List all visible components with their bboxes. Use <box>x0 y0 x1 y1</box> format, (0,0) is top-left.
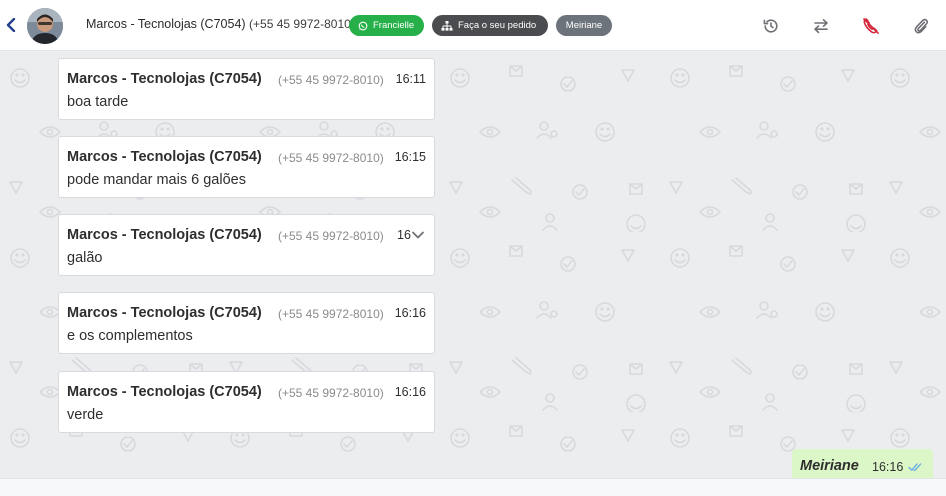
chevron-down-icon[interactable] <box>411 228 425 242</box>
message-phone: (+55 45 9972-8010) <box>278 229 384 243</box>
attach-icon[interactable] <box>910 15 932 37</box>
message-text: e os complementos <box>67 328 193 344</box>
contact-name: Marcos - Tecnolojas (C7054) <box>86 17 246 31</box>
message-time: 16:16 <box>394 385 426 399</box>
message-time: 16:16 <box>397 228 412 242</box>
message-text: verde <box>67 407 104 423</box>
message-text: boa tarde <box>67 94 129 110</box>
avatar[interactable] <box>27 8 63 44</box>
message-sender: Marcos - Tecnolojas (C7054) <box>67 305 262 321</box>
message-bubble[interactable]: Marcos - Tecnolojas (C7054) (+55 45 9972… <box>58 214 435 276</box>
chat-area: Marcos - Tecnolojas (C7054) (+55 45 9972… <box>0 52 946 478</box>
message-sender: Marcos - Tecnolojas (C7054) <box>67 71 262 87</box>
tag-agent-whatsapp[interactable]: Francielle <box>349 15 424 36</box>
message-bubble[interactable]: Marcos - Tecnolojas (C7054) (+55 45 9972… <box>58 58 435 120</box>
whatsapp-icon <box>358 21 368 30</box>
message-phone: (+55 45 9972-8010) <box>278 151 384 165</box>
own-message-time: 16:16 <box>872 460 904 474</box>
message-bubble[interactable]: Marcos - Tecnolojas (C7054) (+55 45 9972… <box>58 371 435 433</box>
contact-title: Marcos - Tecnolojas (C7054) (+55 45 9972… <box>86 17 355 31</box>
composer-area[interactable] <box>0 478 946 496</box>
message-phone: (+55 45 9972-8010) <box>278 386 384 400</box>
own-message-sender: Meiriane <box>800 458 859 474</box>
chat-header: Marcos - Tecnolojas (C7054) (+55 45 9972… <box>0 0 946 51</box>
message-time: 16:15 <box>394 150 426 164</box>
message-text: pode mandar mais 6 galões <box>67 172 246 188</box>
message-sender: Marcos - Tecnolojas (C7054) <box>67 384 262 400</box>
message-sender: Marcos - Tecnolojas (C7054) <box>67 149 262 165</box>
contact-phone: (+55 45 9972-8010) <box>249 17 355 31</box>
double-check-icon <box>908 463 922 471</box>
message-phone: (+55 45 9972-8010) <box>278 307 384 321</box>
tag-label: Francielle <box>373 20 415 31</box>
message-text: galão <box>67 250 103 266</box>
message-phone: (+55 45 9972-8010) <box>278 73 384 87</box>
end-call-icon[interactable] <box>860 15 882 37</box>
message-time: 16:11 <box>395 72 426 86</box>
sitemap-icon <box>441 20 453 31</box>
tag-label: Faça o seu pedido <box>458 20 537 31</box>
tag-label: Meiriane <box>565 20 603 31</box>
own-message-bubble[interactable]: Meiriane 16:16 <box>792 449 933 478</box>
tag-attendant[interactable]: Meiriane <box>556 15 612 36</box>
message-time: 16:16 <box>394 306 426 320</box>
back-chevron-icon[interactable] <box>4 16 18 34</box>
transfer-icon[interactable] <box>810 15 832 37</box>
message-bubble[interactable]: Marcos - Tecnolojas (C7054) (+55 45 9972… <box>58 292 435 354</box>
message-bubble[interactable]: Marcos - Tecnolojas (C7054) (+55 45 9972… <box>58 136 435 198</box>
message-sender: Marcos - Tecnolojas (C7054) <box>67 227 262 243</box>
tag-flow[interactable]: Faça o seu pedido <box>432 15 548 36</box>
history-icon[interactable] <box>760 15 782 37</box>
